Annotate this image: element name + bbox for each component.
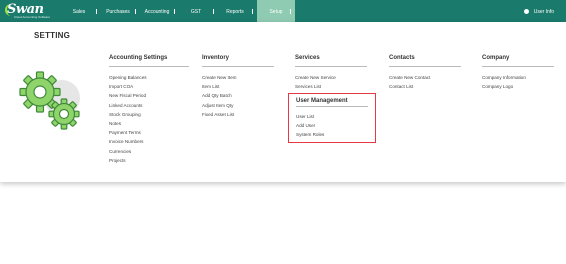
link-create-new-service[interactable]: Create New Service [295,73,367,82]
heading-divider [389,66,461,67]
link-add-qty-batch[interactable]: Add Qty Batch [202,91,274,100]
nav-separator [96,9,97,14]
swan-logo[interactable]: Swan Cloud Accounting Software [5,2,51,20]
link-services-list[interactable]: Services List [295,82,367,91]
nav-separator [213,9,214,14]
link-item-list[interactable]: Item List [202,82,274,91]
link-opening-balances[interactable]: Opening Balances [109,73,189,82]
nav-separator [252,9,253,14]
nav-accounting[interactable]: Accounting [141,0,173,22]
link-payment-terms[interactable]: Payment Terms [109,128,189,137]
accounting-settings-heading: Accounting Settings [109,55,168,61]
link-linked-accounts[interactable]: Linked Accounts [109,101,189,110]
user-icon [523,9,529,14]
link-import-coa[interactable]: Import COA [109,82,189,91]
link-company-information[interactable]: Company Information [482,73,554,82]
link-currencies[interactable]: Currencies [109,147,189,156]
heading-divider [296,106,368,107]
setting-title: SETTING [34,31,71,40]
link-new-fiscal-period[interactable]: New Fiscal Period [109,91,189,100]
link-adjust-item-qty[interactable]: Adjust Item Qty [202,101,274,110]
company-heading: Company [482,55,510,61]
accounting-settings-column: Accounting Settings Opening Balances Imp… [109,55,189,165]
heading-divider [202,66,274,67]
nav-purchases[interactable]: Purchases [103,0,133,22]
setup-menu-panel [0,22,566,182]
nav-reports[interactable]: Reports [220,0,250,22]
nav-separator [290,9,291,14]
inventory-heading: Inventory [202,55,230,61]
user-info-menu[interactable]: User Info [523,0,554,22]
link-company-logo[interactable]: Company Logo [482,82,554,91]
user-info-label: User Info [533,9,554,15]
link-projects[interactable]: Projects [109,156,189,165]
user-management-heading: User Management [296,98,348,104]
services-column: Services Create New Service Services Lis… [295,55,367,91]
link-add-user[interactable]: Add User [296,121,324,130]
link-user-list[interactable]: User List [296,112,324,121]
services-heading: Services [295,55,320,61]
company-column: Company Company Information Company Logo [482,55,554,91]
link-invoice-numbers[interactable]: Invoice Numbers [109,137,189,146]
gears-icon [19,71,80,130]
top-nav-bar: Swan Cloud Accounting Software Sales Pur… [0,0,566,22]
nav-separator [174,9,175,14]
link-stock-grouping[interactable]: Stock Grouping [109,110,189,119]
link-create-new-item[interactable]: Create New Item [202,73,274,82]
nav-separator [135,9,136,14]
contacts-heading: Contacts [389,55,415,61]
link-create-new-contact[interactable]: Create New Contact [389,73,461,82]
nav-sales[interactable]: Sales [64,0,94,22]
nav-gst[interactable]: GST [182,0,210,22]
contacts-column: Contacts Create New Contact Contact List [389,55,461,91]
logo-tagline: Cloud Accounting Software [14,15,51,19]
link-notes[interactable]: Notes [109,119,189,128]
user-management-section: User Management User List Add User Syste… [288,93,376,143]
link-fixed-asset-list[interactable]: Fixed Asset List [202,110,274,119]
link-contact-list[interactable]: Contact List [389,82,461,91]
inventory-column: Inventory Create New Item Item List Add … [202,55,274,119]
link-system-roles[interactable]: System Roles [296,130,324,139]
heading-divider [295,66,367,67]
heading-divider [109,66,189,67]
heading-divider [482,66,554,67]
